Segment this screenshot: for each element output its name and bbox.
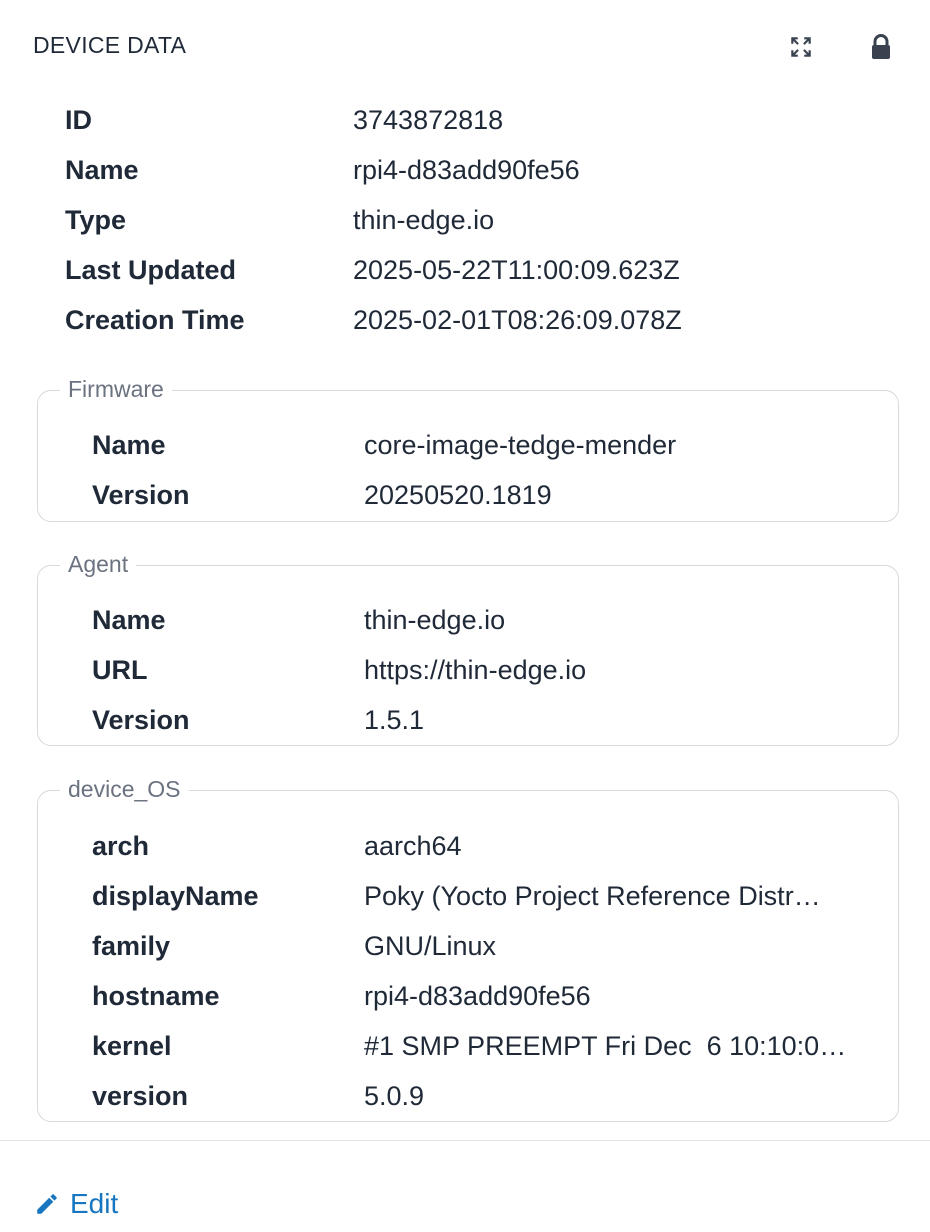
field-value: https://thin-edge.io	[364, 655, 587, 685]
field-value: 2025-05-22T11:00:09.623Z	[353, 255, 680, 285]
field-value: 1.5.1	[364, 705, 425, 735]
field-label: Version	[92, 705, 190, 735]
field-label: hostname	[92, 981, 220, 1011]
edit-button[interactable]: Edit	[34, 1186, 118, 1222]
field-value: rpi4-d83add90fe56	[364, 981, 591, 1011]
footer-divider	[0, 1140, 930, 1141]
os-row-kernel: kernel #1 SMP PREEMPT Fri Dec 6 10:10:0…	[92, 1026, 892, 1066]
field-value: #1 SMP PREEMPT Fri Dec 6 10:10:0…	[364, 1031, 847, 1061]
pencil-icon	[34, 1191, 60, 1217]
field-label: version	[92, 1081, 189, 1111]
field-value: core-image-tedge-mender	[364, 430, 677, 460]
os-row-family: family GNU/Linux	[92, 926, 892, 966]
expand-button[interactable]	[784, 30, 818, 64]
field-value: thin-edge.io	[353, 205, 495, 235]
field-row-id: ID 3743872818	[65, 100, 895, 140]
expand-icon	[791, 37, 811, 57]
field-label: arch	[92, 831, 150, 861]
field-value: aarch64	[364, 831, 462, 861]
agent-row-name: Name thin-edge.io	[92, 600, 892, 640]
os-row-displayname: displayName Poky (Yocto Project Referenc…	[92, 876, 892, 916]
lock-button[interactable]	[864, 30, 898, 64]
agent-group: Agent Name thin-edge.io URL https://thin…	[37, 546, 899, 746]
field-label: displayName	[92, 881, 259, 911]
agent-row-url: URL https://thin-edge.io	[92, 650, 892, 690]
field-label: Version	[92, 480, 190, 510]
field-label: Name	[92, 605, 166, 635]
field-label: Last Updated	[65, 255, 237, 285]
os-row-version: version 5.0.9	[92, 1076, 892, 1116]
field-label: family	[92, 931, 171, 961]
os-row-hostname: hostname rpi4-d83add90fe56	[92, 976, 892, 1016]
card-header: DEVICE DATA	[0, 0, 930, 92]
card-title: DEVICE DATA	[33, 32, 187, 58]
field-label: Name	[92, 430, 166, 460]
agent-row-version: Version 1.5.1	[92, 700, 892, 740]
field-value: GNU/Linux	[364, 931, 497, 961]
field-row-type: Type thin-edge.io	[65, 200, 895, 240]
field-label: ID	[65, 105, 92, 135]
field-value: rpi4-d83add90fe56	[353, 155, 580, 185]
field-label: Creation Time	[65, 305, 245, 335]
firmware-row-version: Version 20250520.1819	[92, 475, 892, 515]
field-value: 3743872818	[353, 105, 504, 135]
field-label: Name	[65, 155, 139, 185]
field-row-name: Name rpi4-d83add90fe56	[65, 150, 895, 190]
field-row-last-updated: Last Updated 2025-05-22T11:00:09.623Z	[65, 250, 895, 290]
os-row-arch: arch aarch64	[92, 826, 892, 866]
field-value: 5.0.9	[364, 1081, 425, 1111]
field-label: URL	[92, 655, 148, 685]
field-row-creation-time: Creation Time 2025-02-01T08:26:09.078Z	[65, 300, 895, 340]
edit-label: Edit	[70, 1188, 119, 1219]
firmware-row-name: Name core-image-tedge-mender	[92, 425, 892, 465]
field-value: 20250520.1819	[364, 480, 552, 510]
firmware-legend: Firmware	[60, 371, 172, 407]
agent-legend: Agent	[60, 546, 137, 582]
field-label: kernel	[92, 1031, 172, 1061]
field-label: Type	[65, 205, 127, 235]
field-value: 2025-02-01T08:26:09.078Z	[353, 305, 682, 335]
device-os-legend: device_OS	[60, 771, 189, 807]
firmware-group: Firmware Name core-image-tedge-mender Ve…	[37, 371, 899, 522]
lock-icon	[872, 34, 890, 59]
field-value: Poky (Yocto Project Reference Distr…	[364, 881, 821, 911]
field-value: thin-edge.io	[364, 605, 506, 635]
device-os-group: device_OS arch aarch64 displayName Poky …	[37, 771, 899, 1122]
